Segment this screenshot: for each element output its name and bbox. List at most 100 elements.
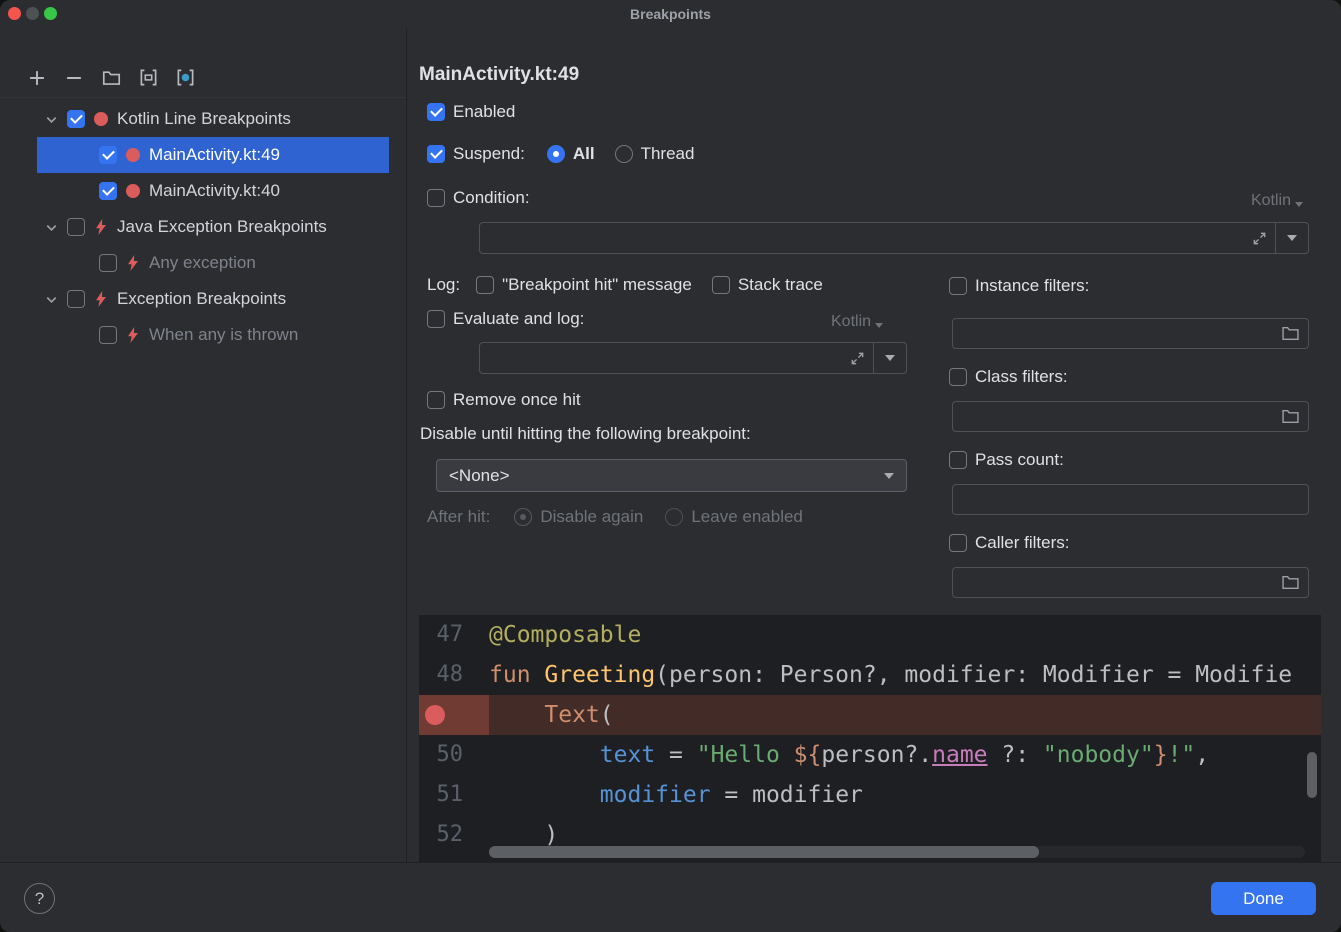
chevron-down-icon[interactable] (43, 291, 59, 307)
breakpoint-gutter-cell[interactable] (419, 695, 489, 735)
evaluate-language-selector[interactable]: Kotlin (831, 313, 883, 331)
suspend-thread-label: Thread (641, 144, 695, 164)
move-to-group-icon (139, 68, 158, 87)
instance-filters-input[interactable] (953, 325, 1273, 343)
exception-breakpoint-icon (125, 255, 141, 271)
breakpoint-tree-item[interactable]: Any exception (37, 245, 389, 281)
pass-count-field (952, 484, 1309, 515)
help-button[interactable]: ? (24, 883, 55, 914)
exception-breakpoint-icon (93, 219, 109, 235)
caller-filters-label: Caller filters: (975, 533, 1069, 553)
line-number[interactable]: 52 (419, 815, 489, 855)
caller-filters-checkbox[interactable] (949, 534, 967, 552)
group-by-class-button[interactable] (173, 66, 197, 90)
log-message-checkbox[interactable] (476, 276, 494, 294)
disable-again-radio[interactable] (514, 508, 532, 526)
line-number[interactable]: 48 (419, 655, 489, 695)
close-window-button[interactable] (8, 7, 21, 20)
disable-until-value: <None> (449, 466, 510, 486)
pass-count-row: Pass count: (949, 450, 1064, 470)
chevron-down-icon[interactable] (43, 111, 59, 127)
breakpoint-tree-item[interactable]: When any is thrown (37, 317, 389, 353)
line-number[interactable]: 50 (419, 735, 489, 775)
stack-trace-checkbox[interactable] (712, 276, 730, 294)
line-number[interactable]: 51 (419, 775, 489, 815)
folder-icon (1282, 326, 1299, 341)
breakpoints-dialog: Breakpoints Kotlin (0, 0, 1341, 932)
instance-filters-checkbox[interactable] (949, 277, 967, 295)
group-by-class-icon (176, 68, 195, 87)
window-title: Breakpoints (630, 6, 711, 22)
vertical-scrollbar[interactable] (1307, 752, 1317, 798)
exception-breakpoint-icon (93, 291, 109, 307)
zoom-window-button[interactable] (44, 7, 57, 20)
class-filters-input[interactable] (953, 408, 1273, 426)
evaluate-checkbox[interactable] (427, 310, 445, 328)
breakpoint-tree-item[interactable]: Kotlin Line Breakpoints (37, 101, 389, 137)
browse-instance-filters-button[interactable] (1273, 326, 1308, 341)
code-line: 47@Composable (419, 615, 1321, 655)
chevron-down-icon[interactable] (43, 219, 59, 235)
code-text: @Composable (489, 615, 641, 655)
log-message-label: "Breakpoint hit" message (502, 275, 692, 295)
caller-filters-input[interactable] (953, 574, 1273, 592)
class-filters-checkbox[interactable] (949, 368, 967, 386)
log-label: Log: (427, 275, 460, 295)
remove-breakpoint-button[interactable] (62, 66, 86, 90)
breakpoint-tree-item[interactable]: MainActivity.kt:40 (37, 173, 389, 209)
condition-input[interactable] (480, 223, 1244, 253)
breakpoint-icon (93, 112, 109, 126)
suspend-thread-radio[interactable] (615, 145, 633, 163)
breakpoint-dot[interactable] (425, 705, 445, 725)
folder-icon (1282, 575, 1299, 590)
suspend-checkbox[interactable] (427, 145, 445, 163)
after-hit-label: After hit: (427, 507, 490, 527)
leave-enabled-radio[interactable] (665, 508, 683, 526)
tree-item-label: MainActivity.kt:40 (149, 181, 280, 201)
suspend-all-radio[interactable] (547, 145, 565, 163)
add-icon (28, 69, 46, 87)
pass-count-label: Pass count: (975, 450, 1064, 470)
done-button[interactable]: Done (1211, 882, 1316, 915)
move-to-group-button[interactable] (136, 66, 160, 90)
breakpoint-enabled-checkbox[interactable] (67, 290, 85, 308)
condition-field (479, 222, 1309, 254)
breakpoint-enabled-checkbox[interactable] (99, 326, 117, 344)
disable-until-dropdown[interactable]: <None> (436, 459, 907, 492)
breakpoint-enabled-checkbox[interactable] (99, 182, 117, 200)
group-by-file-button[interactable] (99, 66, 123, 90)
evaluate-history-dropdown[interactable] (873, 343, 906, 373)
breakpoint-tree-item[interactable]: Java Exception Breakpoints (37, 209, 389, 245)
breakpoint-tree-item[interactable]: MainActivity.kt:49 (37, 137, 389, 173)
browse-class-filters-button[interactable] (1273, 409, 1308, 424)
breakpoint-enabled-checkbox[interactable] (99, 146, 117, 164)
breakpoint-enabled-checkbox[interactable] (67, 218, 85, 236)
expand-editor-icon[interactable] (842, 343, 873, 373)
exception-breakpoint-icon (125, 327, 141, 343)
remove-once-checkbox[interactable] (427, 391, 445, 409)
sidebar-toolbar (0, 28, 406, 98)
remove-once-row: Remove once hit (427, 390, 581, 410)
breakpoint-tree-item[interactable]: Exception Breakpoints (37, 281, 389, 317)
breakpoint-enabled-checkbox[interactable] (99, 254, 117, 272)
browse-caller-filters-button[interactable] (1273, 575, 1308, 590)
expand-editor-icon[interactable] (1244, 223, 1275, 253)
class-filters-row: Class filters: (949, 367, 1068, 387)
horizontal-scrollbar[interactable] (489, 846, 1039, 858)
condition-checkbox[interactable] (427, 189, 445, 207)
add-breakpoint-button[interactable] (25, 66, 49, 90)
caller-filters-row: Caller filters: (949, 533, 1069, 553)
condition-history-dropdown[interactable] (1275, 223, 1308, 253)
evaluate-row: Evaluate and log: (427, 309, 584, 329)
code-text: fun Greeting(person: Person?, modifier: … (489, 655, 1292, 695)
enabled-checkbox[interactable] (427, 103, 445, 121)
chevron-down-icon (885, 355, 895, 361)
line-number[interactable]: 47 (419, 615, 489, 655)
pass-count-checkbox[interactable] (949, 451, 967, 469)
evaluate-input[interactable] (480, 343, 842, 373)
breakpoint-enabled-checkbox[interactable] (67, 110, 85, 128)
pass-count-input[interactable] (953, 491, 1308, 509)
group-by-file-icon (102, 69, 121, 86)
minimize-window-button[interactable] (26, 7, 39, 20)
condition-language-selector[interactable]: Kotlin (1251, 192, 1303, 210)
